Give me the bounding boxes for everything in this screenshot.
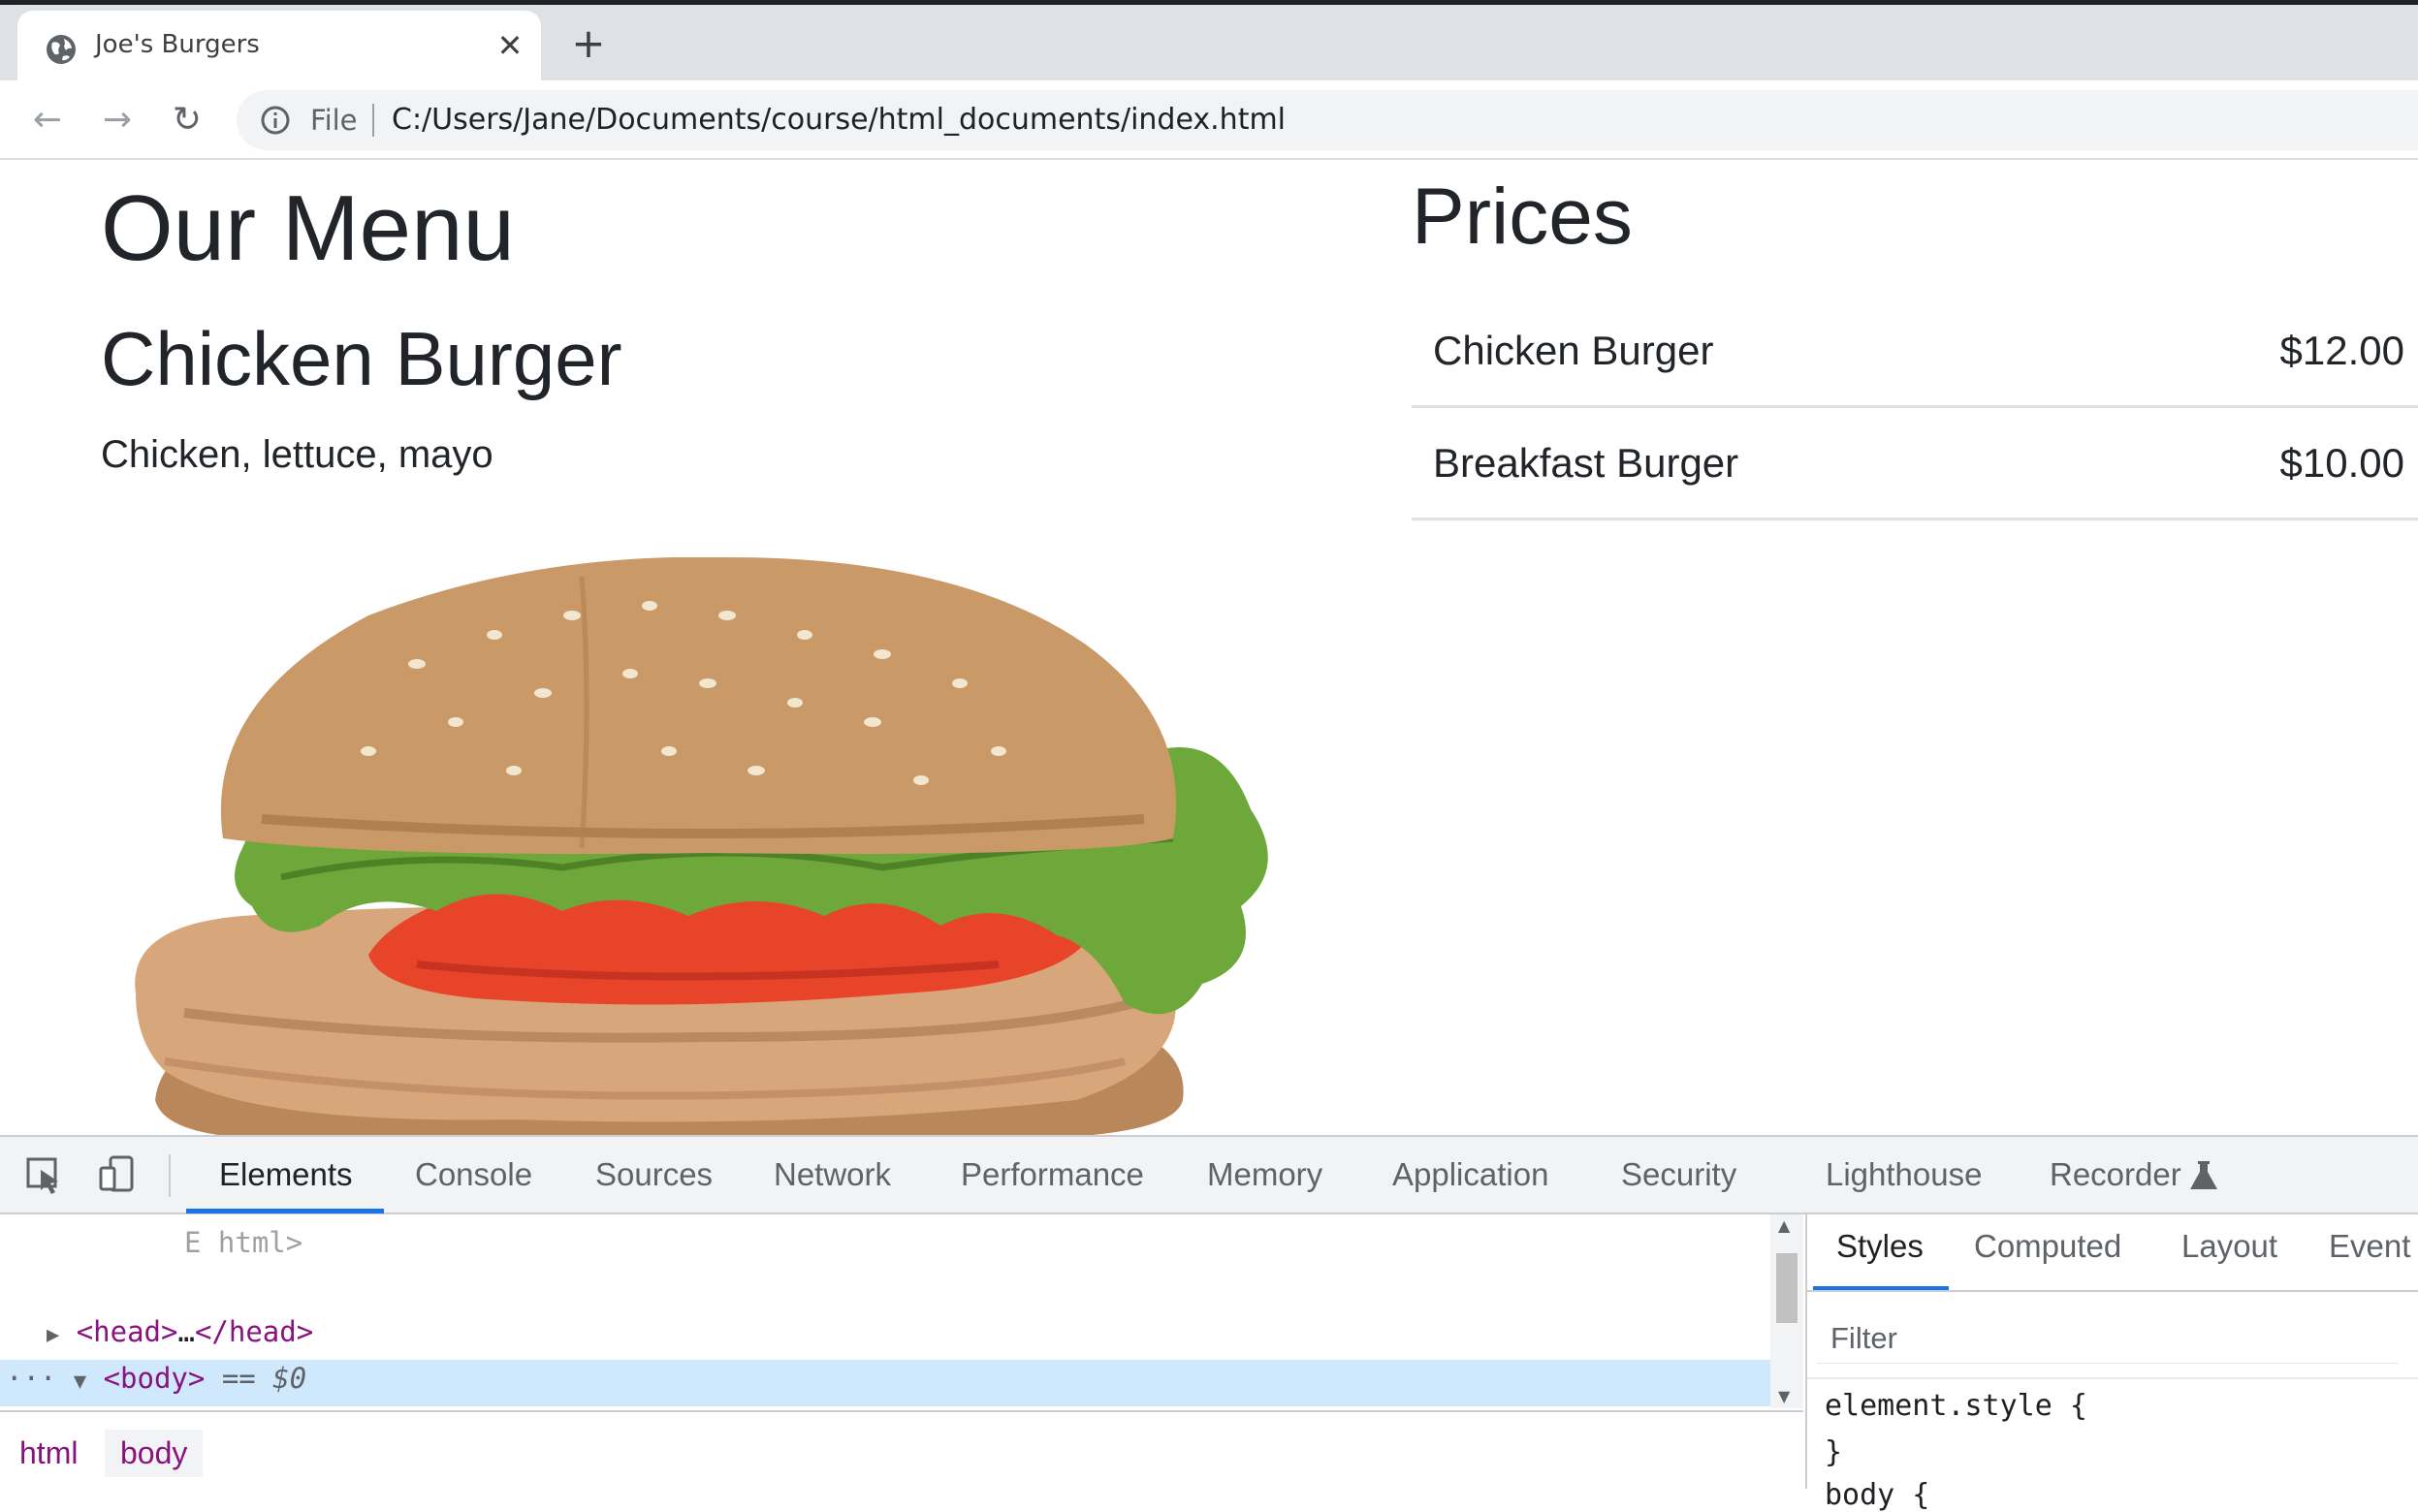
element-style-rule[interactable]: element.style { [1825,1389,2087,1423]
dom-node-body[interactable]: ··· ▼ <body> == $0 [6,1362,306,1395]
address-bar[interactable]: File C:/Users/Jane/Documents/course/html… [237,90,2418,150]
filter-divider [1807,1377,2418,1379]
menu-item-description: Chicken, lettuce, mayo [101,433,493,476]
styles-tabbar-border [1807,1290,2418,1292]
price-item-name: Chicken Burger [1433,328,1714,373]
selected-marker: == $0 [221,1362,307,1395]
dom-node-head[interactable]: ▶ <head>…</head> [47,1315,313,1348]
new-tab-icon[interactable]: + [567,22,610,65]
tab-security[interactable]: Security [1621,1156,1736,1193]
info-icon[interactable] [260,105,291,136]
forward-arrow-icon[interactable]: → [93,96,142,144]
chicken-burger-image [135,557,1268,1135]
breadcrumb-html[interactable]: html [4,1430,93,1477]
tab-layout[interactable]: Layout [2181,1228,2277,1265]
tab-title: Joe's Burgers [95,30,260,59]
element-style-close: } [1825,1435,1843,1469]
toolbar-divider [169,1154,171,1197]
back-arrow-icon[interactable]: ← [23,96,72,144]
collapsed-ellipsis[interactable]: … [177,1315,194,1348]
prices-heading: Prices [1412,173,1633,261]
breadcrumb: html body [0,1410,1803,1489]
scroll-down-arrow-icon[interactable]: ▼ [1778,1387,1790,1405]
body-tag: <body> [103,1362,206,1395]
inspect-element-icon[interactable] [23,1154,66,1197]
browser-tab[interactable]: Joe's Burgers ✕ [17,11,541,80]
price-row: Chicken Burger $12.00 [1412,296,2418,408]
page-viewport: Our Menu Chicken Burger Chicken, lettuce… [0,160,2418,1135]
active-tab-indicator [186,1209,384,1213]
device-toolbar-icon[interactable] [97,1154,140,1197]
menu-item-title: Chicken Burger [101,316,622,401]
price-item-name: Breakfast Burger [1433,440,1739,486]
styles-pane: Styles Computed Layout Event Filter elem… [1805,1214,2418,1512]
expand-triangle-icon[interactable]: ▶ [47,1323,59,1347]
url-text[interactable]: C:/Users/Jane/Documents/course/html_docu… [392,103,1286,137]
devtools-toolbar: Elements Console Sources Network Perform… [0,1137,2418,1214]
scroll-thumb[interactable] [1776,1253,1798,1323]
collapse-triangle-icon[interactable]: ▼ [74,1370,86,1394]
price-row: Breakfast Burger $10.00 [1412,408,2418,520]
doctype-line: E html> [184,1226,303,1259]
browser-toolbar: ← → ↻ File C:/Users/Jane/Documents/cours… [0,80,2418,160]
tab-elements[interactable]: Elements [219,1156,353,1193]
tab-network[interactable]: Network [774,1156,891,1193]
globe-icon [47,35,76,64]
reload-icon[interactable]: ↻ [163,96,211,144]
dom-tree: E html> ▶ <head>…</head> ··· ▼ <body> ==… [0,1214,1803,1408]
close-tab-icon[interactable]: ✕ [489,24,531,67]
styles-filter-input[interactable]: Filter [1817,1309,2399,1364]
tab-styles[interactable]: Styles [1836,1228,1924,1265]
tab-performance[interactable]: Performance [961,1156,1144,1193]
scheme-label: File [310,104,358,137]
body-rule[interactable]: body { [1825,1478,1929,1512]
head-open-tag: <head> [76,1315,178,1348]
dom-scrollbar[interactable]: ▲ ▼ [1770,1214,1803,1408]
price-table: Chicken Burger $12.00 Breakfast Burger $… [1412,296,2418,520]
tab-sources[interactable]: Sources [595,1156,713,1193]
scroll-up-arrow-icon[interactable]: ▲ [1778,1216,1790,1235]
tab-computed[interactable]: Computed [1974,1228,2121,1265]
tab-memory[interactable]: Memory [1207,1156,1322,1193]
tab-console[interactable]: Console [415,1156,532,1193]
tab-recorder[interactable]: Recorder [2050,1156,2181,1193]
tab-event-listeners[interactable]: Event [2329,1228,2410,1265]
flask-icon [2190,1161,2217,1189]
menu-heading: Our Menu [101,176,515,280]
tab-application[interactable]: Application [1392,1156,1548,1193]
tab-lighthouse[interactable]: Lighthouse [1826,1156,1982,1193]
breadcrumb-body[interactable]: body [105,1430,204,1477]
devtools-panel: Elements Console Sources Network Perform… [0,1135,2418,1512]
tab-strip: Joe's Burgers ✕ + [0,5,2418,80]
price-item-price: $10.00 [2279,440,2404,486]
row-actions-dots[interactable]: ··· [6,1362,56,1395]
address-divider [372,104,374,137]
head-close-tag: </head> [194,1315,314,1348]
price-item-price: $12.00 [2279,328,2404,373]
